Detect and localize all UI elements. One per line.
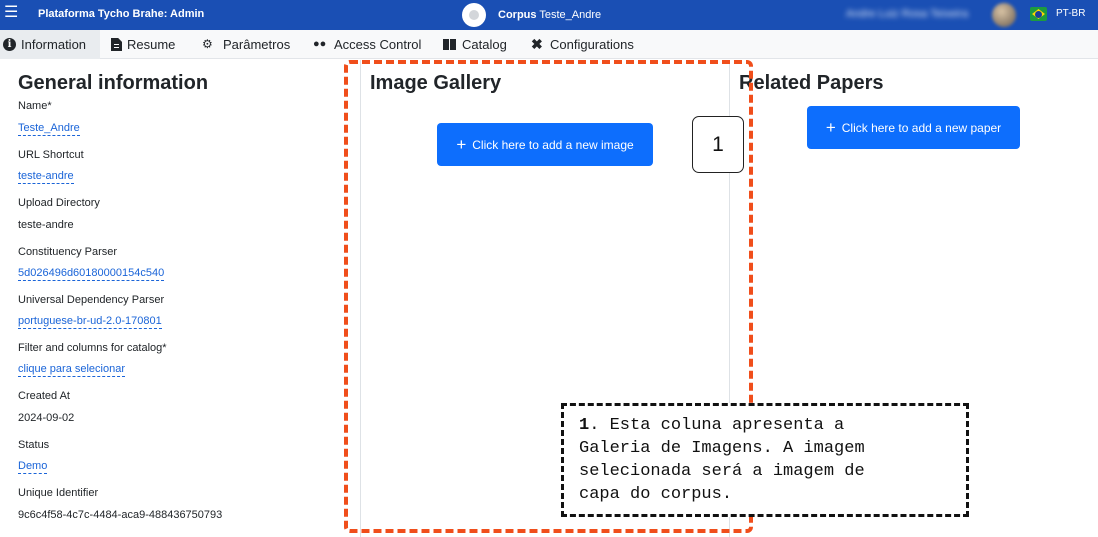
users-icon: ●● — [313, 38, 327, 50]
corpus-title: Corpus Teste_Andre — [498, 9, 602, 21]
tab-information[interactable]: i Information — [0, 30, 100, 59]
field-value-url-shortcut[interactable]: teste-andre — [18, 170, 74, 184]
add-paper-button[interactable]: + Click here to add a new paper — [807, 106, 1020, 149]
field-value-upload-directory: teste-andre — [18, 219, 74, 231]
tab-access-control[interactable]: ●● Access Control — [313, 30, 421, 59]
book-icon — [443, 38, 457, 51]
user-name[interactable]: Andre Luiz Rosa Teixeira — [846, 8, 968, 20]
language-selector[interactable]: PT-BR — [1056, 8, 1085, 19]
tab-catalog[interactable]: Catalog — [443, 30, 507, 59]
gears-icon: ⚙ — [202, 37, 213, 51]
field-value-name[interactable]: Teste_Andre — [18, 122, 80, 136]
field-label-created-at: Created At — [18, 390, 70, 402]
field-label-constituency-parser: Constituency Parser — [18, 246, 118, 258]
field-label-name: Name* — [18, 100, 52, 112]
tab-resume[interactable]: Resume — [111, 30, 175, 59]
tab-parametros[interactable]: ⚙ Parâmetros — [202, 30, 290, 59]
field-value-unique-identifier: 9c6c4f58-4c7c-4484-aca9-488436750793 — [18, 509, 223, 521]
annotation-note-text: . Esta coluna apresenta a Galeria de Ima… — [579, 416, 865, 504]
tab-bar: i Information Resume ⚙ Parâmetros ●● Acc… — [0, 30, 1098, 59]
field-value-constituency-parser[interactable]: 5d026496d60180000154c540 — [18, 267, 165, 281]
corpus-logo-icon — [462, 3, 486, 27]
field-value-catalog-filter[interactable]: clique para selecionar — [18, 363, 126, 377]
annotation-note-number: 1 — [579, 416, 590, 435]
corpus-indicator: Corpus Teste_Andre — [462, 3, 601, 27]
callout-number: 1 — [692, 116, 744, 173]
tools-icon: ✖ — [531, 36, 543, 52]
corpus-name: Teste_Andre — [539, 9, 602, 21]
field-label-unique-identifier: Unique Identifier — [18, 487, 99, 499]
plus-icon: + — [825, 117, 836, 137]
field-label-url-shortcut: URL Shortcut — [18, 149, 84, 161]
info-circle-icon: i — [3, 38, 16, 51]
app-title[interactable]: Plataforma Tycho Brahe: Admin — [38, 8, 204, 20]
field-label-upload-directory: Upload Directory — [18, 197, 100, 209]
field-label-status: Status — [18, 439, 50, 451]
hamburger-icon[interactable]: ☰ — [4, 5, 18, 21]
brazil-flag-icon[interactable] — [1030, 7, 1047, 21]
field-value-status[interactable]: Demo — [18, 460, 48, 474]
field-label-catalog-filter: Filter and columns for catalog* — [18, 342, 167, 354]
field-value-created-at: 2024-09-02 — [18, 412, 75, 424]
field-value-ud-parser[interactable]: portuguese-br-ud-2.0-170801 — [18, 315, 162, 329]
annotation-note: 1. Esta coluna apresenta a Galeria de Im… — [561, 403, 969, 517]
related-papers-title: Related Papers — [739, 72, 884, 94]
general-information-title: General information — [18, 72, 209, 94]
file-icon — [111, 38, 122, 51]
top-navbar: ☰ Plataforma Tycho Brahe: Admin Corpus T… — [0, 0, 1098, 30]
field-label-ud-parser: Universal Dependency Parser — [18, 294, 165, 306]
avatar[interactable] — [992, 3, 1016, 27]
tab-configurations[interactable]: ✖ Configurations — [531, 30, 634, 59]
